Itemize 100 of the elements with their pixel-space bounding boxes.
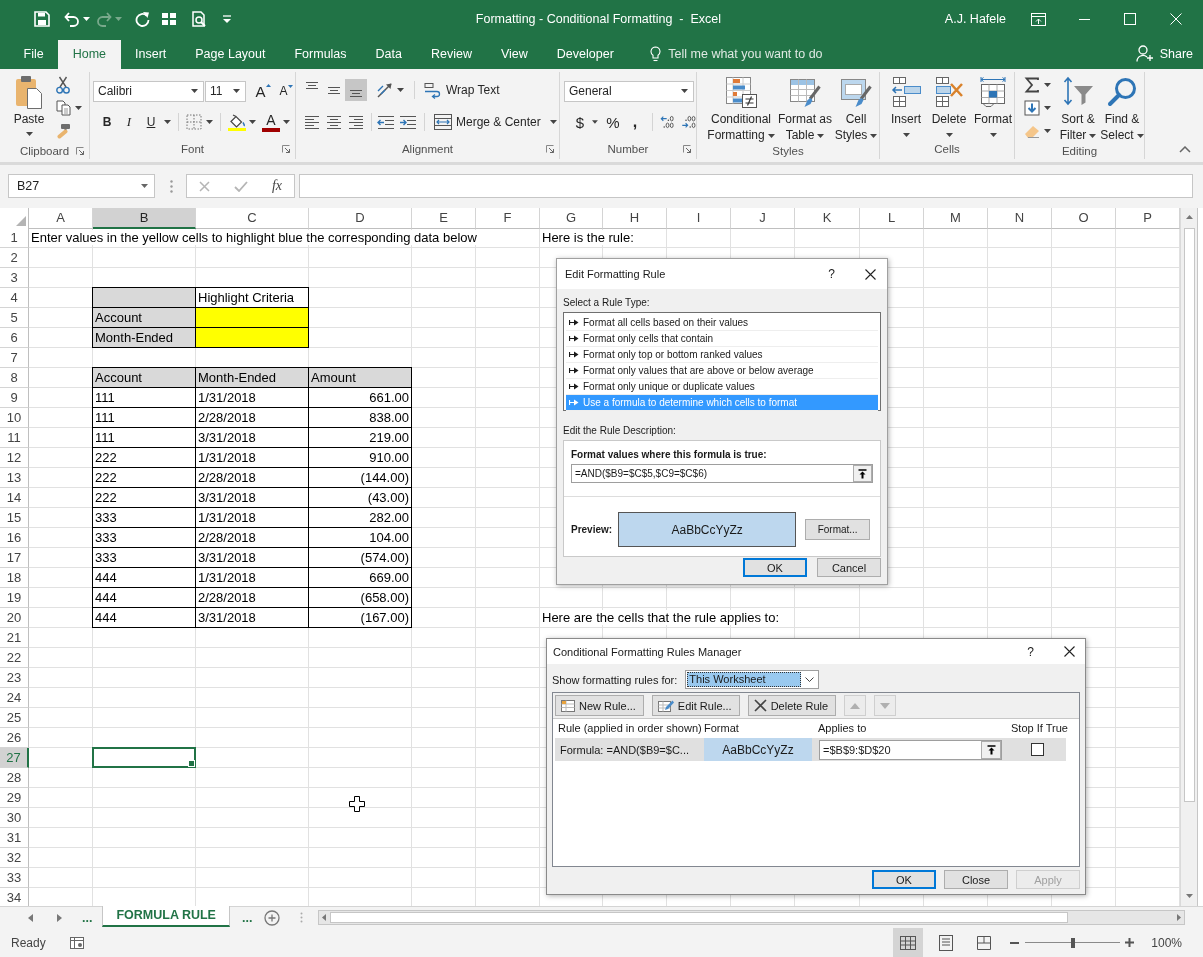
horizontal-scrollbar[interactable] xyxy=(318,910,1186,925)
conditional-formatting-button[interactable]: Conditional Formatting xyxy=(705,72,777,143)
active-cell[interactable] xyxy=(92,747,196,768)
column-header[interactable]: G xyxy=(540,208,603,229)
column-header[interactable]: M xyxy=(924,208,988,229)
rule-type-option[interactable]: Format only cells that contain xyxy=(566,331,878,347)
caret-icon[interactable] xyxy=(283,120,290,124)
caret-icon[interactable] xyxy=(1044,128,1051,133)
dialog-launcher-icon[interactable] xyxy=(76,146,84,155)
dialog-button[interactable]: Close xyxy=(944,870,1008,889)
name-box[interactable]: B27 xyxy=(8,174,155,198)
sigma-icon[interactable] xyxy=(1024,76,1040,93)
wrap-text-button[interactable]: Wrap Text xyxy=(421,79,503,101)
find-select-button[interactable]: Find & Select xyxy=(1100,72,1144,143)
number-format-field[interactable]: General xyxy=(564,80,694,102)
delete-rule-button[interactable]: Delete Rule xyxy=(747,695,837,716)
help-button[interactable]: ? xyxy=(1027,644,1034,659)
row-header[interactable]: 25 xyxy=(0,708,29,728)
minimize-icon[interactable] xyxy=(1078,18,1090,20)
fill-color-icon[interactable] xyxy=(228,113,246,131)
column-header[interactable]: E xyxy=(412,208,476,229)
row-header[interactable]: 4 xyxy=(0,288,29,308)
ribbon-tab[interactable]: Page Layout xyxy=(180,40,280,69)
underline-button[interactable]: U xyxy=(140,111,162,133)
input-cell[interactable] xyxy=(92,287,196,308)
formula-field[interactable] xyxy=(299,174,1193,198)
caret-icon[interactable] xyxy=(1089,133,1097,138)
column-header[interactable]: K xyxy=(795,208,860,229)
caret-icon[interactable] xyxy=(191,89,198,93)
row-header[interactable]: 2 xyxy=(0,248,29,268)
column-header[interactable]: N xyxy=(988,208,1052,229)
delete-button[interactable]: Delete xyxy=(927,72,971,139)
dialog-launcher-icon[interactable] xyxy=(683,145,691,153)
dialog-button[interactable]: OK xyxy=(872,870,936,889)
merge-center-button[interactable]: Merge & Center xyxy=(431,111,544,133)
ribbon-tab[interactable]: Formulas xyxy=(279,40,362,69)
repeat-icon[interactable] xyxy=(134,11,150,27)
format-as-table-button[interactable]: Format as Table xyxy=(777,72,833,143)
close-icon[interactable] xyxy=(865,268,876,280)
increase-decimal-icon[interactable] xyxy=(659,114,675,130)
row-header[interactable]: 24 xyxy=(0,688,29,708)
dialog-launcher-icon[interactable] xyxy=(282,145,290,153)
range-select-button[interactable] xyxy=(853,465,872,482)
font-size-field[interactable]: 11 xyxy=(205,80,246,102)
row-header[interactable]: 11 xyxy=(0,428,29,448)
scrollbar-thumb[interactable] xyxy=(330,912,1069,923)
row-header[interactable]: 8 xyxy=(0,368,29,388)
input-cell[interactable] xyxy=(196,328,309,348)
caret-icon[interactable] xyxy=(945,133,953,137)
shrink-font-button[interactable]: A xyxy=(277,80,295,102)
rule-type-option[interactable]: Format only top or bottom ranked values xyxy=(566,347,878,363)
caret-icon[interactable] xyxy=(206,120,213,124)
row-header[interactable]: 21 xyxy=(0,628,29,648)
check-icon[interactable] xyxy=(233,180,248,192)
more-sheets-button[interactable]: ... xyxy=(82,910,93,925)
grid-icon[interactable] xyxy=(161,11,177,27)
row-header[interactable]: 33 xyxy=(0,868,29,888)
maximize-icon[interactable] xyxy=(1124,13,1136,25)
row-header[interactable]: 20 xyxy=(0,608,29,628)
ribbon-tab[interactable]: Home xyxy=(58,40,121,69)
row-header[interactable]: 3 xyxy=(0,268,29,288)
row-header[interactable]: 10 xyxy=(0,408,29,428)
insert-function-button[interactable]: fx xyxy=(271,178,282,194)
row-header[interactable]: 1 xyxy=(0,228,29,248)
zoom-slider-thumb[interactable] xyxy=(1070,937,1075,948)
row-header[interactable]: 26 xyxy=(0,728,29,748)
row-header[interactable]: 18 xyxy=(0,568,29,588)
ribbon-tab[interactable]: Data xyxy=(361,40,417,69)
font-name-field[interactable]: Calibri xyxy=(93,80,204,102)
cell-styles-button[interactable]: Cell Styles xyxy=(833,72,879,143)
italic-button[interactable]: I xyxy=(118,111,140,133)
row-header[interactable]: 22 xyxy=(0,648,29,668)
row-header[interactable]: 9 xyxy=(0,388,29,408)
currency-button[interactable]: $ xyxy=(571,111,589,133)
caret-icon[interactable] xyxy=(817,133,825,138)
sort-filter-button[interactable]: Sort & Filter xyxy=(1056,72,1100,143)
scroll-right-icon[interactable] xyxy=(57,913,62,922)
column-header[interactable]: P xyxy=(1116,208,1180,229)
scroll-right-icon[interactable] xyxy=(1177,914,1182,921)
caret-icon[interactable] xyxy=(75,105,82,110)
percent-button[interactable]: % xyxy=(603,111,622,133)
grip-icon[interactable] xyxy=(170,180,173,193)
zoom-in-icon[interactable] xyxy=(1125,938,1135,947)
format-button[interactable]: Format... xyxy=(805,519,871,540)
caret-icon[interactable] xyxy=(397,88,404,92)
collapse-ribbon-icon[interactable] xyxy=(1179,146,1191,153)
row-header[interactable]: 6 xyxy=(0,328,29,348)
row-header[interactable]: 12 xyxy=(0,448,29,468)
text-angle-icon[interactable] xyxy=(376,81,394,99)
dialog-button[interactable]: Cancel xyxy=(817,558,881,577)
caret-icon[interactable] xyxy=(83,17,90,21)
zoom-out-icon[interactable] xyxy=(1010,941,1020,944)
ribbon-tab[interactable]: Review xyxy=(416,40,487,69)
row-header[interactable]: 28 xyxy=(0,768,29,788)
column-header[interactable]: J xyxy=(731,208,795,229)
row-header[interactable]: 7 xyxy=(0,348,29,368)
column-header[interactable]: O xyxy=(1052,208,1116,229)
vertical-scrollbar[interactable] xyxy=(1180,208,1197,906)
share-button[interactable]: Share xyxy=(1135,38,1193,69)
caret-icon[interactable] xyxy=(592,120,598,124)
